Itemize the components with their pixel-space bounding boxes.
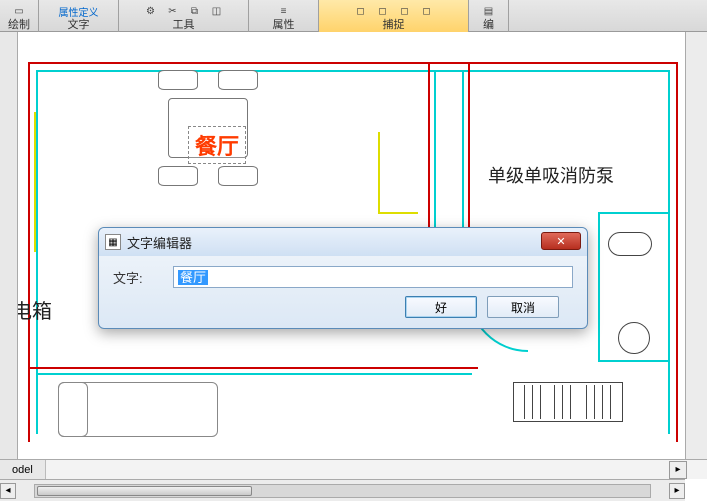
tool-icon-2[interactable]: ✂ [165, 4, 181, 18]
dialog-ok-button[interactable]: 好 [405, 296, 477, 318]
ribbon-group-text: 属性定义 文字 [39, 0, 119, 32]
ribbon-toolbar: ▭ 绘制 属性定义 文字 ⚙ ✂ ⧉ ◫ 工具 ≡ 属性 ◻ ◻ ◻ ◻ 捕捉 … [0, 0, 707, 32]
ribbon-group-edit: ▤ 编 [469, 0, 509, 32]
toilet-icon [608, 232, 652, 256]
chair-bot-left [158, 166, 198, 186]
snap-icon-2[interactable]: ◻ [375, 4, 391, 18]
ribbon-label-draw: 绘制 [8, 18, 30, 32]
chair-bot-right [218, 166, 258, 186]
snap-icon-3[interactable]: ◻ [397, 4, 413, 18]
ribbon-label-props: 属性 [273, 18, 295, 32]
ribbon-group-tools: ⚙ ✂ ⧉ ◫ 工具 [119, 0, 249, 32]
dialog-close-button[interactable]: ✕ [541, 232, 581, 250]
pump-label: 单级单吸消防泵 [488, 162, 614, 188]
horizontal-scrollbar[interactable]: ◂ ▸ [0, 479, 685, 501]
dialog-title: 文字编辑器 [127, 233, 192, 252]
yellow-line-3 [34, 112, 36, 252]
dialog-titlebar[interactable]: ▦ 文字编辑器 ✕ [99, 228, 587, 256]
electric-box-label: 电箱 [18, 302, 52, 322]
vertical-scrollbar[interactable] [685, 32, 707, 479]
ribbon-label-text: 文字 [68, 18, 90, 32]
dining-room-label[interactable]: 餐厅 [188, 126, 246, 164]
ribbon-label-edit: 编 [483, 18, 494, 32]
dialog-field-label: 文字: [113, 268, 173, 287]
tool-icon-3[interactable]: ⧉ [187, 4, 203, 18]
dialog-text-input[interactable]: 餐厅 [173, 266, 573, 288]
ribbon-label-snap: 捕捉 [383, 18, 405, 32]
left-ruler [0, 32, 18, 459]
draw-rect-icon[interactable]: ▭ [11, 4, 27, 18]
dialog-text-value: 餐厅 [178, 270, 208, 285]
snap-icon-4[interactable]: ◻ [419, 4, 435, 18]
scroll-track[interactable] [34, 484, 651, 498]
text-editor-dialog: ▦ 文字编辑器 ✕ 文字: 餐厅 好 取消 [98, 227, 588, 329]
ribbon-group-snap: ◻ ◻ ◻ ◻ 捕捉 [319, 0, 469, 32]
dialog-cancel-button[interactable]: 取消 [487, 296, 559, 318]
tool-icon-4[interactable]: ◫ [209, 4, 225, 18]
dialog-app-icon: ▦ [105, 234, 121, 250]
wall-h1 [28, 367, 478, 369]
ribbon-group-draw: ▭ 绘制 [0, 0, 39, 32]
dialog-body: 文字: 餐厅 好 取消 [99, 256, 587, 324]
drawing-canvas[interactable]: 系统 餐厅 单级单吸消防泵 电箱 ▦ 文字编辑器 ✕ [18, 32, 685, 459]
chair-top-left [158, 70, 198, 90]
ribbon-group-props: ≡ 属性 [249, 0, 319, 32]
tab-scroll-arrow[interactable]: ▸ [669, 461, 687, 479]
attr-def-icon[interactable]: 属性定义 [59, 4, 99, 19]
sink-icon [618, 322, 650, 354]
tab-model[interactable]: odel [0, 460, 46, 480]
sofa-arm [58, 382, 88, 437]
scroll-right-arrow[interactable]: ▸ [669, 483, 685, 499]
scroll-thumb[interactable] [37, 486, 252, 496]
yellow-line-1 [378, 132, 380, 212]
scroll-left-arrow[interactable]: ◂ [0, 483, 16, 499]
model-tab-bar: odel ▸ [0, 459, 707, 479]
props-icon[interactable]: ≡ [276, 4, 292, 18]
wall-h1c [36, 373, 472, 375]
bookshelf [513, 382, 623, 422]
yellow-line-2 [378, 212, 418, 214]
edit-icon[interactable]: ▤ [481, 4, 497, 18]
snap-icon-1[interactable]: ◻ [353, 4, 369, 18]
tool-icon-1[interactable]: ⚙ [143, 4, 159, 18]
chair-top-right [218, 70, 258, 90]
close-icon: ✕ [556, 235, 565, 248]
ribbon-label-tools: 工具 [173, 18, 195, 32]
